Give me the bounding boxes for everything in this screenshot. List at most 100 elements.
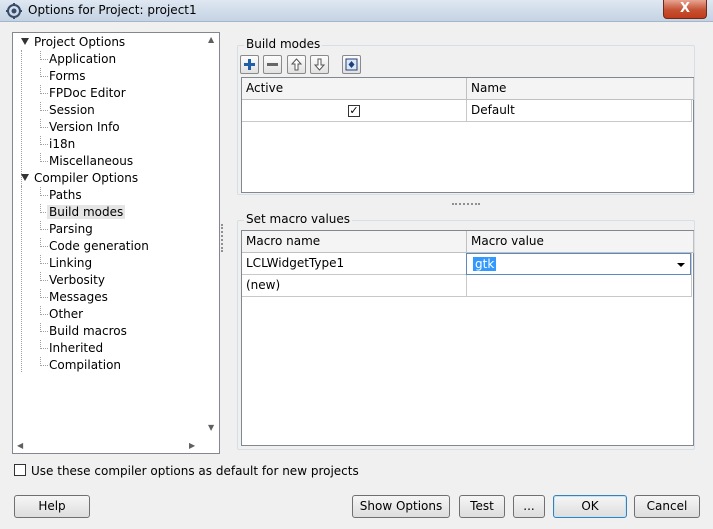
tree-item[interactable]: FPDoc Editor <box>49 85 126 101</box>
tree-line <box>21 186 22 372</box>
tree-vertical-scrollbar[interactable]: ▲ ▼ <box>204 33 219 439</box>
tree-item[interactable]: Build modes <box>47 204 126 220</box>
ok-button[interactable]: OK <box>553 495 627 518</box>
tree-item[interactable]: Parsing <box>49 221 93 237</box>
tree-item[interactable]: Linking <box>49 255 92 271</box>
tree-line <box>21 50 22 186</box>
tree-item[interactable]: Session <box>49 102 95 118</box>
remove-icon <box>267 63 278 66</box>
tree-item-label: i18n <box>49 137 76 151</box>
scroll-right-icon[interactable]: ▶ <box>189 441 195 450</box>
tree-item[interactable]: Verbosity <box>49 272 105 288</box>
tree-line <box>40 255 41 264</box>
tree-item[interactable]: Messages <box>49 289 108 305</box>
tree-item[interactable]: Code generation <box>49 238 149 254</box>
remove-build-mode-button[interactable] <box>263 55 282 74</box>
cancel-button[interactable]: Cancel <box>634 495 700 518</box>
build-modes-grid[interactable]: Active Name ✓ Default <box>241 77 694 193</box>
tree-line <box>40 263 48 264</box>
tree-item[interactable]: Application <box>49 51 116 67</box>
column-header-name[interactable]: Name <box>467 78 694 100</box>
tree-item-label: Inherited <box>49 341 104 355</box>
tree-item-label: Build modes <box>47 205 126 219</box>
diff-build-modes-button[interactable] <box>342 55 361 74</box>
tree-item-label: Messages <box>49 290 108 304</box>
move-up-icon <box>290 58 303 71</box>
macro-value-cell-new[interactable] <box>467 275 692 297</box>
move-down-icon <box>313 58 326 71</box>
more-button[interactable]: ... <box>513 495 545 518</box>
tree-item-label: Build macros <box>49 324 127 338</box>
macro-value-text[interactable]: gtk <box>473 257 497 271</box>
tree-item-label: Paths <box>49 188 82 202</box>
tree-line <box>40 297 48 298</box>
tree-line <box>40 136 41 145</box>
tree-item-label: Compilation <box>49 358 122 372</box>
chevron-down-icon[interactable] <box>677 263 685 267</box>
tree-line <box>40 93 48 94</box>
diff-icon <box>345 58 358 71</box>
horizontal-splitter[interactable] <box>452 203 480 205</box>
move-down-button[interactable] <box>310 55 329 74</box>
scroll-down-icon[interactable]: ▼ <box>208 423 214 432</box>
tree-item[interactable]: Version Info <box>49 119 120 135</box>
tree-line <box>40 68 41 77</box>
test-button[interactable]: Test <box>459 495 505 518</box>
tree-item[interactable]: Miscellaneous <box>49 153 133 169</box>
tree-item[interactable]: Inherited <box>49 340 103 356</box>
tree-group[interactable]: Project Options <box>21 34 125 50</box>
default-options-label: Use these compiler options as default fo… <box>31 464 359 478</box>
mode-name-cell[interactable]: Default <box>467 100 692 122</box>
macro-value-combobox[interactable]: gtk <box>466 253 691 275</box>
move-up-button[interactable] <box>287 55 306 74</box>
add-build-mode-button[interactable] <box>240 55 259 74</box>
tree-line <box>40 331 48 332</box>
tree-horizontal-scrollbar[interactable]: ◀ ▶ <box>13 438 204 453</box>
tree-item[interactable]: Compilation <box>49 357 121 373</box>
tree-item-label: Session <box>49 103 95 117</box>
expand-arrow-icon[interactable] <box>21 38 29 45</box>
macro-values-title: Set macro values <box>244 212 353 226</box>
window-title: Options for Project: project1 <box>28 3 197 17</box>
expand-arrow-icon[interactable] <box>21 174 29 181</box>
help-button[interactable]: Help <box>14 495 90 518</box>
tree-line <box>40 127 48 128</box>
options-dialog: Options for Project: project1 X Project … <box>0 0 713 529</box>
options-tree[interactable]: Project Options Application Forms FPDoc Edi… <box>12 32 220 454</box>
default-options-checkbox[interactable] <box>14 464 26 476</box>
column-header-macro-name[interactable]: Macro name <box>242 231 467 253</box>
tree-line <box>40 102 41 111</box>
tree-item[interactable]: Forms <box>49 68 85 84</box>
scroll-left-icon[interactable]: ◀ <box>17 441 23 450</box>
tree-line <box>40 238 41 247</box>
tree-item[interactable]: Paths <box>49 187 82 203</box>
tree-item[interactable]: Other <box>49 306 83 322</box>
tree-item[interactable]: i18n <box>49 136 75 152</box>
tree-line <box>40 272 41 281</box>
tree-line <box>40 348 48 349</box>
tree-line <box>40 365 48 366</box>
vertical-splitter[interactable] <box>221 224 224 252</box>
column-header-active[interactable]: Active <box>242 78 467 100</box>
tree-line <box>40 314 48 315</box>
column-header-macro-value[interactable]: Macro value <box>467 231 694 253</box>
tree-item-label: FPDoc Editor <box>49 86 126 100</box>
lazarus-app-icon <box>6 3 22 19</box>
tree-group[interactable]: Compiler Options <box>21 170 138 186</box>
tree-item[interactable]: Build macros <box>49 323 127 339</box>
close-button[interactable]: X <box>663 0 707 19</box>
tree-item-label: Other <box>49 307 84 321</box>
tree-line <box>40 323 41 332</box>
add-icon <box>244 59 255 70</box>
tree-line <box>40 119 41 128</box>
scroll-up-icon[interactable]: ▲ <box>208 35 214 44</box>
show-options-button[interactable]: Show Options <box>352 495 450 518</box>
tree-line <box>40 110 48 111</box>
macro-name-cell-new[interactable]: (new) <box>242 275 467 297</box>
active-checkbox[interactable]: ✓ <box>348 104 360 117</box>
tree-line <box>40 204 41 213</box>
title-bar: Options for Project: project1 X <box>0 0 713 22</box>
active-cell[interactable]: ✓ <box>242 100 467 122</box>
tree-line <box>40 187 41 196</box>
macro-name-cell[interactable]: LCLWidgetType1 <box>242 253 467 275</box>
